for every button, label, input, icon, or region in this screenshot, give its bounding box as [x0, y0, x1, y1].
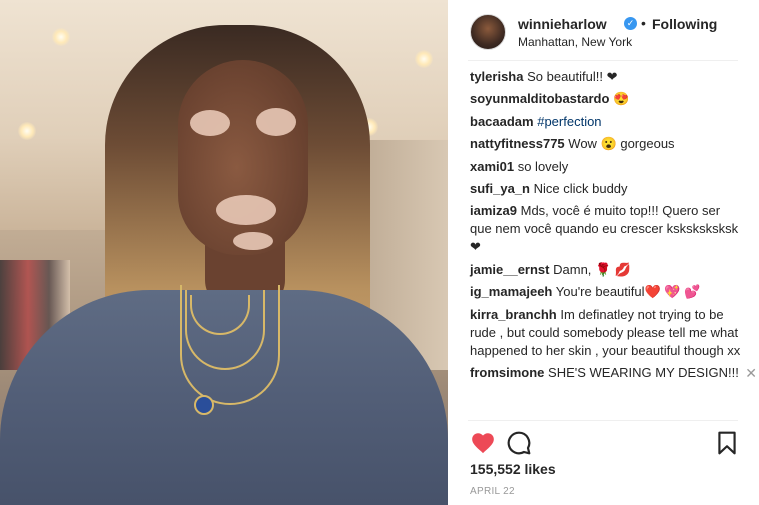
comment-text: Wow 😮 gorgeous — [568, 136, 675, 152]
comment-username[interactable]: xami01 — [470, 159, 514, 174]
comment: nattyfitness775 Wow 😮 gorgeous — [470, 135, 742, 153]
action-bar — [470, 430, 740, 456]
comment-text: So beautiful!! ❤ — [527, 69, 618, 84]
ceiling-light — [52, 28, 70, 46]
comment-text: so lovely — [517, 158, 569, 174]
comment-username[interactable]: bacaadam — [470, 114, 534, 129]
comment-username[interactable]: sufi_ya_n — [470, 181, 530, 196]
comment-username[interactable]: nattyfitness775 — [470, 136, 565, 151]
comment: iamiza9 Mds, você é muito top!!! Quero s… — [470, 202, 742, 256]
necklace-pendant — [194, 395, 214, 415]
verified-badge-icon: ✓ — [624, 17, 637, 30]
comment: bacaadam #perfection — [470, 113, 742, 131]
avatar[interactable] — [470, 14, 506, 50]
comments-list: tylerisha So beautiful!! ❤ soyunmalditob… — [470, 68, 757, 386]
heart-icon[interactable] — [470, 430, 496, 456]
comment: soyunmalditobastardo 😍 — [470, 90, 742, 108]
comment-text: You're beautiful❤️ 💖 💕 — [555, 284, 701, 300]
comment-text: SHE'S WEARING MY DESIGN!!! — [548, 364, 739, 380]
face — [178, 60, 308, 255]
likes-count[interactable]: 155,552 likes — [470, 461, 556, 477]
username-link[interactable]: winnieharlow — [518, 16, 607, 32]
location-link[interactable]: Manhattan, New York — [518, 35, 632, 49]
comment-username[interactable]: ig_mamajeeh — [470, 284, 552, 299]
comment: jamie__ernst Damn, 🌹 💋 — [470, 261, 742, 279]
comment-username[interactable]: kirra_branchh — [470, 307, 557, 322]
comment: tylerisha So beautiful!! ❤ — [470, 68, 742, 86]
post-header: winnieharlow ✓ • Following Manhattan, Ne… — [470, 14, 740, 52]
ceiling-light — [415, 50, 433, 68]
comment-username[interactable]: soyunmalditobastardo — [470, 91, 609, 106]
hashtag-link[interactable]: #perfection — [537, 114, 601, 129]
post-photo[interactable] — [0, 0, 448, 505]
post-details-panel: winnieharlow ✓ • Following Manhattan, Ne… — [448, 0, 759, 505]
necklace — [180, 285, 280, 405]
close-icon[interactable]: ✕ — [745, 364, 757, 382]
comment-username[interactable]: tylerisha — [470, 69, 523, 84]
comment: ig_mamajeeh You're beautiful❤️ 💖 💕 — [470, 283, 742, 301]
comment-text: Damn, 🌹 💋 — [553, 261, 632, 277]
comment-icon[interactable] — [506, 430, 532, 456]
comment: fromsimone SHE'S WEARING MY DESIGN!!! ✕ — [470, 364, 757, 382]
comment-text: Nice click buddy — [533, 180, 628, 196]
comment-username[interactable]: iamiza9 — [470, 203, 517, 218]
comment-username[interactable]: jamie__ernst — [470, 262, 550, 277]
comment: xami01 so lovely — [470, 158, 742, 176]
ceiling-light — [18, 122, 36, 140]
bookmark-icon[interactable] — [714, 430, 740, 456]
comment-text: 😍 — [613, 91, 630, 107]
separator-dot: • — [641, 15, 646, 31]
header-divider — [468, 60, 738, 61]
actions-divider — [468, 420, 738, 421]
comment: kirra_branchh Im definatley not trying t… — [470, 306, 742, 360]
comment-username[interactable]: fromsimone — [470, 365, 544, 380]
comment: sufi_ya_n Nice click buddy — [470, 180, 742, 198]
post-date[interactable]: APRIL 22 — [470, 486, 515, 497]
following-button[interactable]: Following — [652, 16, 717, 32]
